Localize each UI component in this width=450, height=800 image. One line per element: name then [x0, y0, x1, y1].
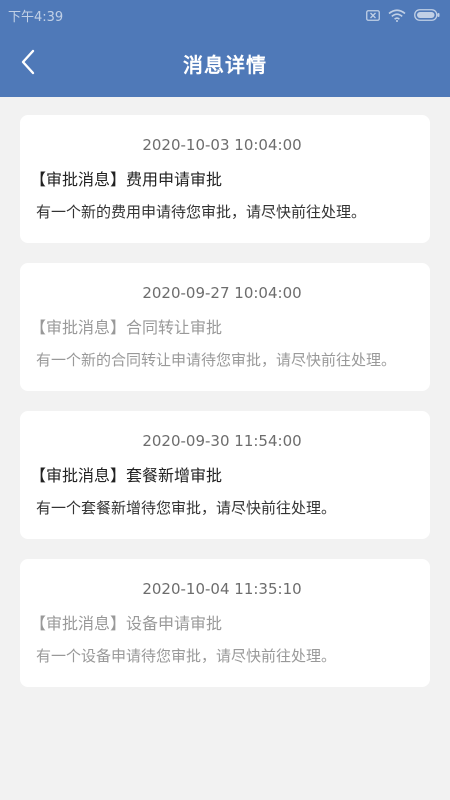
status-icons [366, 8, 440, 22]
battery-icon [414, 9, 440, 21]
message-card[interactable]: 2020-10-03 10:04:00 【审批消息】费用申请审批 有一个新的费用… [20, 115, 430, 243]
message-content: 有一个新的费用申请待您审批，请尽快前往处理。 [36, 203, 367, 221]
message-card[interactable]: 2020-10-04 11:35:10 【审批消息】设备申请审批 有一个设备申请… [20, 559, 430, 687]
status-bar: 下午4:39 [0, 0, 450, 30]
message-content: 有一个设备申请待您审批，请尽快前往处理。 [36, 647, 337, 665]
message-title: 【审批消息】套餐新增审批 [30, 466, 223, 485]
chevron-left-icon [20, 49, 36, 79]
page-title: 消息详情 [183, 53, 267, 77]
sim-card-icon [366, 9, 380, 21]
message-title: 【审批消息】合同转让审批 [30, 318, 223, 337]
message-list: 2020-10-03 10:04:00 【审批消息】费用申请审批 有一个新的费用… [0, 97, 450, 687]
message-card[interactable]: 2020-09-30 11:54:00 【审批消息】套餐新增审批 有一个套餐新增… [20, 411, 430, 539]
message-time: 2020-10-03 10:04:00 [142, 136, 302, 154]
message-title: 【审批消息】设备申请审批 [30, 614, 223, 633]
message-title: 【审批消息】费用申请审批 [30, 170, 223, 189]
app-screen: 下午4:39 消息详情 2020-10-03 10:04:00 【审批消息】费用… [0, 0, 450, 800]
top-bar: 下午4:39 消息详情 [0, 0, 450, 97]
message-content: 有一个新的合同转让申请待您审批，请尽快前往处理。 [36, 351, 397, 369]
message-time: 2020-09-30 11:54:00 [142, 432, 302, 450]
header: 消息详情 [0, 30, 450, 97]
message-card[interactable]: 2020-09-27 10:04:00 【审批消息】合同转让审批 有一个新的合同… [20, 263, 430, 391]
message-content: 有一个套餐新增待您审批，请尽快前往处理。 [36, 499, 337, 517]
wifi-icon [388, 8, 406, 22]
message-time: 2020-10-04 11:35:10 [142, 580, 302, 598]
back-button[interactable] [6, 42, 50, 86]
status-time: 下午4:39 [8, 9, 64, 25]
message-time: 2020-09-27 10:04:00 [142, 284, 302, 302]
